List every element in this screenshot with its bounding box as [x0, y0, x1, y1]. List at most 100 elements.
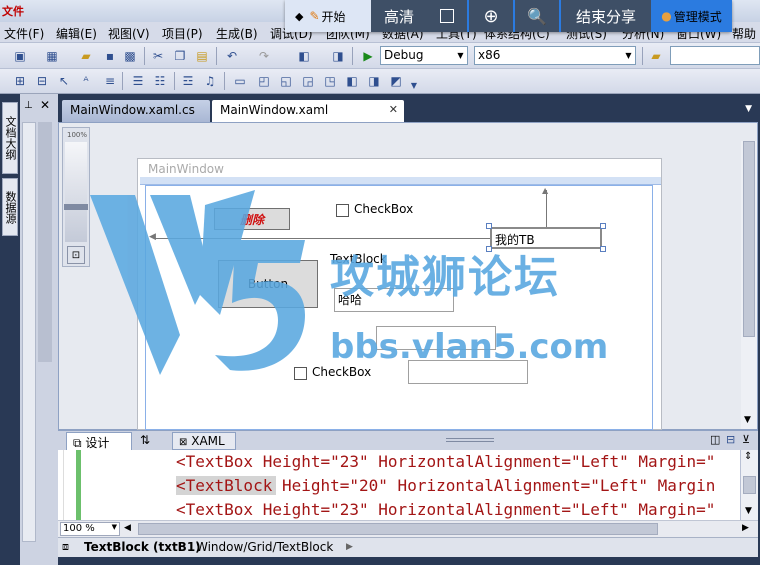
scroll-down-icon[interactable]: ▼ — [745, 506, 752, 516]
open-file-icon[interactable]: ▰ — [78, 48, 94, 64]
save-icon[interactable]: ▪ — [102, 48, 118, 64]
spacing-icon[interactable]: ☲ — [180, 73, 196, 89]
horizontal-split-icon[interactable]: ⊟ — [726, 433, 735, 446]
hscroll-thumb[interactable] — [138, 523, 658, 535]
editor-vscrollbar[interactable]: ⇕ ▼ — [740, 450, 758, 520]
pin-icon[interactable]: ⊥ — [24, 100, 33, 111]
panel-scrollbar[interactable] — [22, 122, 36, 542]
code-line[interactable]: <TextBox Height="23" HorizontalAlignment… — [176, 500, 715, 519]
indent-icon[interactable]: ≡ — [102, 73, 118, 89]
save-all-icon[interactable]: ▩ — [122, 48, 138, 64]
delete-button[interactable]: 删除 — [214, 208, 290, 230]
find-in-files-icon[interactable]: ▰ — [648, 48, 664, 64]
tab-design[interactable]: ⧉ 设计 — [66, 432, 132, 450]
copy-icon[interactable]: ❐ — [172, 48, 188, 64]
navigate-back-icon[interactable]: ◧ — [296, 48, 312, 64]
swap-panes-button[interactable]: ⇅ — [134, 432, 164, 450]
find-input[interactable] — [670, 46, 760, 65]
textbox-mytb[interactable]: 我的TB — [490, 227, 602, 249]
prev-folder-bookmark-icon[interactable]: ◲ — [300, 73, 316, 89]
resize-handle[interactable] — [486, 223, 492, 229]
code-line[interactable]: <TextBox Height="23" HorizontalAlignment… — [176, 452, 715, 471]
fit-to-window-icon[interactable]: ⊡ — [67, 246, 85, 264]
chevron-right-icon[interactable]: ▶ — [346, 542, 353, 552]
start-annotate-button[interactable]: ◆ ✎ 开始 — [285, 0, 371, 32]
element-path[interactable]: Window/Grid/TextBlock — [196, 540, 333, 554]
bookmark-icon[interactable]: ▭ — [232, 73, 248, 89]
hd-button[interactable]: 高清 — [371, 0, 427, 32]
layout-grid[interactable]: 删除 CheckBox ◀ ▲ 我的TB TextBlock Button 哈哈… — [145, 185, 653, 430]
textbox-empty-2[interactable] — [408, 360, 528, 384]
end-share-button[interactable]: 结束分享 — [561, 0, 651, 32]
designer-vscrollbar[interactable]: ▼ — [741, 141, 757, 429]
fullscreen-button[interactable] — [427, 0, 467, 32]
tab-mainwindow-xaml-cs[interactable]: MainWindow.xaml.cs — [62, 100, 210, 122]
split-editor-icon[interactable]: ⇕ — [744, 451, 752, 462]
scroll-right-icon[interactable]: ▶ — [742, 523, 749, 533]
splitter-grip[interactable] — [446, 438, 494, 442]
align-bottom-icon[interactable]: ☷ — [152, 73, 168, 89]
prev-doc-bookmark-icon[interactable]: ◧ — [344, 73, 360, 89]
zoom-button[interactable]: 🔍 — [515, 0, 559, 32]
grid-ruler[interactable] — [140, 177, 661, 185]
menu-view[interactable]: 视图(V) — [108, 25, 150, 42]
platform-select[interactable]: x86 ▼ — [474, 46, 636, 65]
new-project-icon[interactable]: ▣ — [12, 48, 28, 64]
textblock[interactable]: TextBlock — [330, 252, 387, 266]
tab-list-dropdown-icon[interactable]: ▼ — [745, 104, 752, 114]
scroll-thumb[interactable] — [743, 476, 756, 494]
align-top-icon[interactable]: ☰ — [130, 73, 146, 89]
designer-zoom-slider[interactable]: 100% ⊡ — [62, 127, 90, 267]
align-center-icon[interactable]: ⊟ — [34, 73, 50, 89]
crosshair-button[interactable]: ⊕ — [469, 0, 513, 32]
scroll-thumb[interactable] — [743, 141, 755, 337]
admin-mode-button[interactable]: ● 管理模式 — [651, 0, 732, 32]
add-item-icon[interactable]: ▦ — [44, 48, 60, 64]
menu-build[interactable]: 生成(B) — [216, 25, 258, 42]
navigate-forward-icon[interactable]: ◨ — [330, 48, 346, 64]
next-bookmark-icon[interactable]: ◱ — [278, 73, 294, 89]
pointer-icon[interactable]: ↖ — [56, 73, 72, 89]
solution-config-select[interactable]: Debug ▼ — [380, 46, 468, 65]
vertical-split-icon[interactable]: ◫ — [710, 433, 720, 446]
checkbox-2[interactable] — [294, 367, 307, 380]
textbox-empty-1[interactable] — [376, 326, 496, 350]
resize-handle[interactable] — [486, 246, 492, 252]
menu-project[interactable]: 项目(P) — [162, 25, 203, 42]
cut-icon[interactable]: ✂ — [150, 48, 166, 64]
editor-zoom-select[interactable]: 100 % ▼ — [60, 522, 120, 536]
start-debug-icon[interactable]: ▶ — [360, 48, 376, 64]
selected-element[interactable]: TextBlock (txtB1) — [84, 540, 201, 554]
menu-help[interactable]: 帮助 — [732, 25, 756, 42]
scroll-down-icon[interactable]: ▼ — [744, 415, 751, 425]
tab-mainwindow-xaml[interactable]: MainWindow.xaml ✕ — [212, 100, 404, 122]
tab-xaml[interactable]: ⊠ XAML — [172, 432, 236, 450]
button[interactable]: Button — [218, 260, 318, 308]
clear-bookmarks-icon[interactable]: ◨ — [366, 73, 382, 89]
comment-icon[interactable]: ♫ — [202, 73, 218, 89]
toolbar-options-icon[interactable]: ◩ — [388, 73, 404, 89]
chevron-down-icon[interactable]: ▼ — [406, 77, 422, 93]
checkbox-1[interactable] — [336, 204, 349, 217]
code-line[interactable]: <TextBlock Height="20" HorizontalAlignme… — [176, 476, 716, 495]
resize-handle[interactable] — [600, 246, 606, 252]
paste-icon[interactable]: ▤ — [194, 48, 210, 64]
close-icon[interactable]: ✕ — [40, 98, 50, 112]
zoom-thumb[interactable] — [64, 204, 88, 210]
align-left-icon[interactable]: ⊞ — [12, 73, 28, 89]
data-sources-tab[interactable]: 数据源 — [2, 178, 18, 236]
menu-file[interactable]: 文件(F) — [4, 25, 44, 42]
redo-icon[interactable]: ↷ — [256, 48, 272, 64]
menu-edit[interactable]: 编辑(E) — [56, 25, 97, 42]
zoom-track[interactable] — [65, 142, 87, 242]
document-outline-tab[interactable]: 文档大纲 — [2, 102, 18, 174]
collapse-pane-icon[interactable]: ⊻ — [742, 433, 750, 446]
textbox-haha[interactable]: 哈哈 — [334, 288, 454, 312]
xaml-editor[interactable]: <TextBox Height="23" HorizontalAlignment… — [58, 450, 742, 520]
next-folder-bookmark-icon[interactable]: ◳ — [322, 73, 338, 89]
font-size-icon[interactable]: ᴬ — [78, 73, 94, 89]
scroll-left-icon[interactable]: ◀ — [124, 523, 131, 533]
undo-icon[interactable]: ↶ — [224, 48, 240, 64]
prev-bookmark-icon[interactable]: ◰ — [256, 73, 272, 89]
resize-handle[interactable] — [600, 223, 606, 229]
